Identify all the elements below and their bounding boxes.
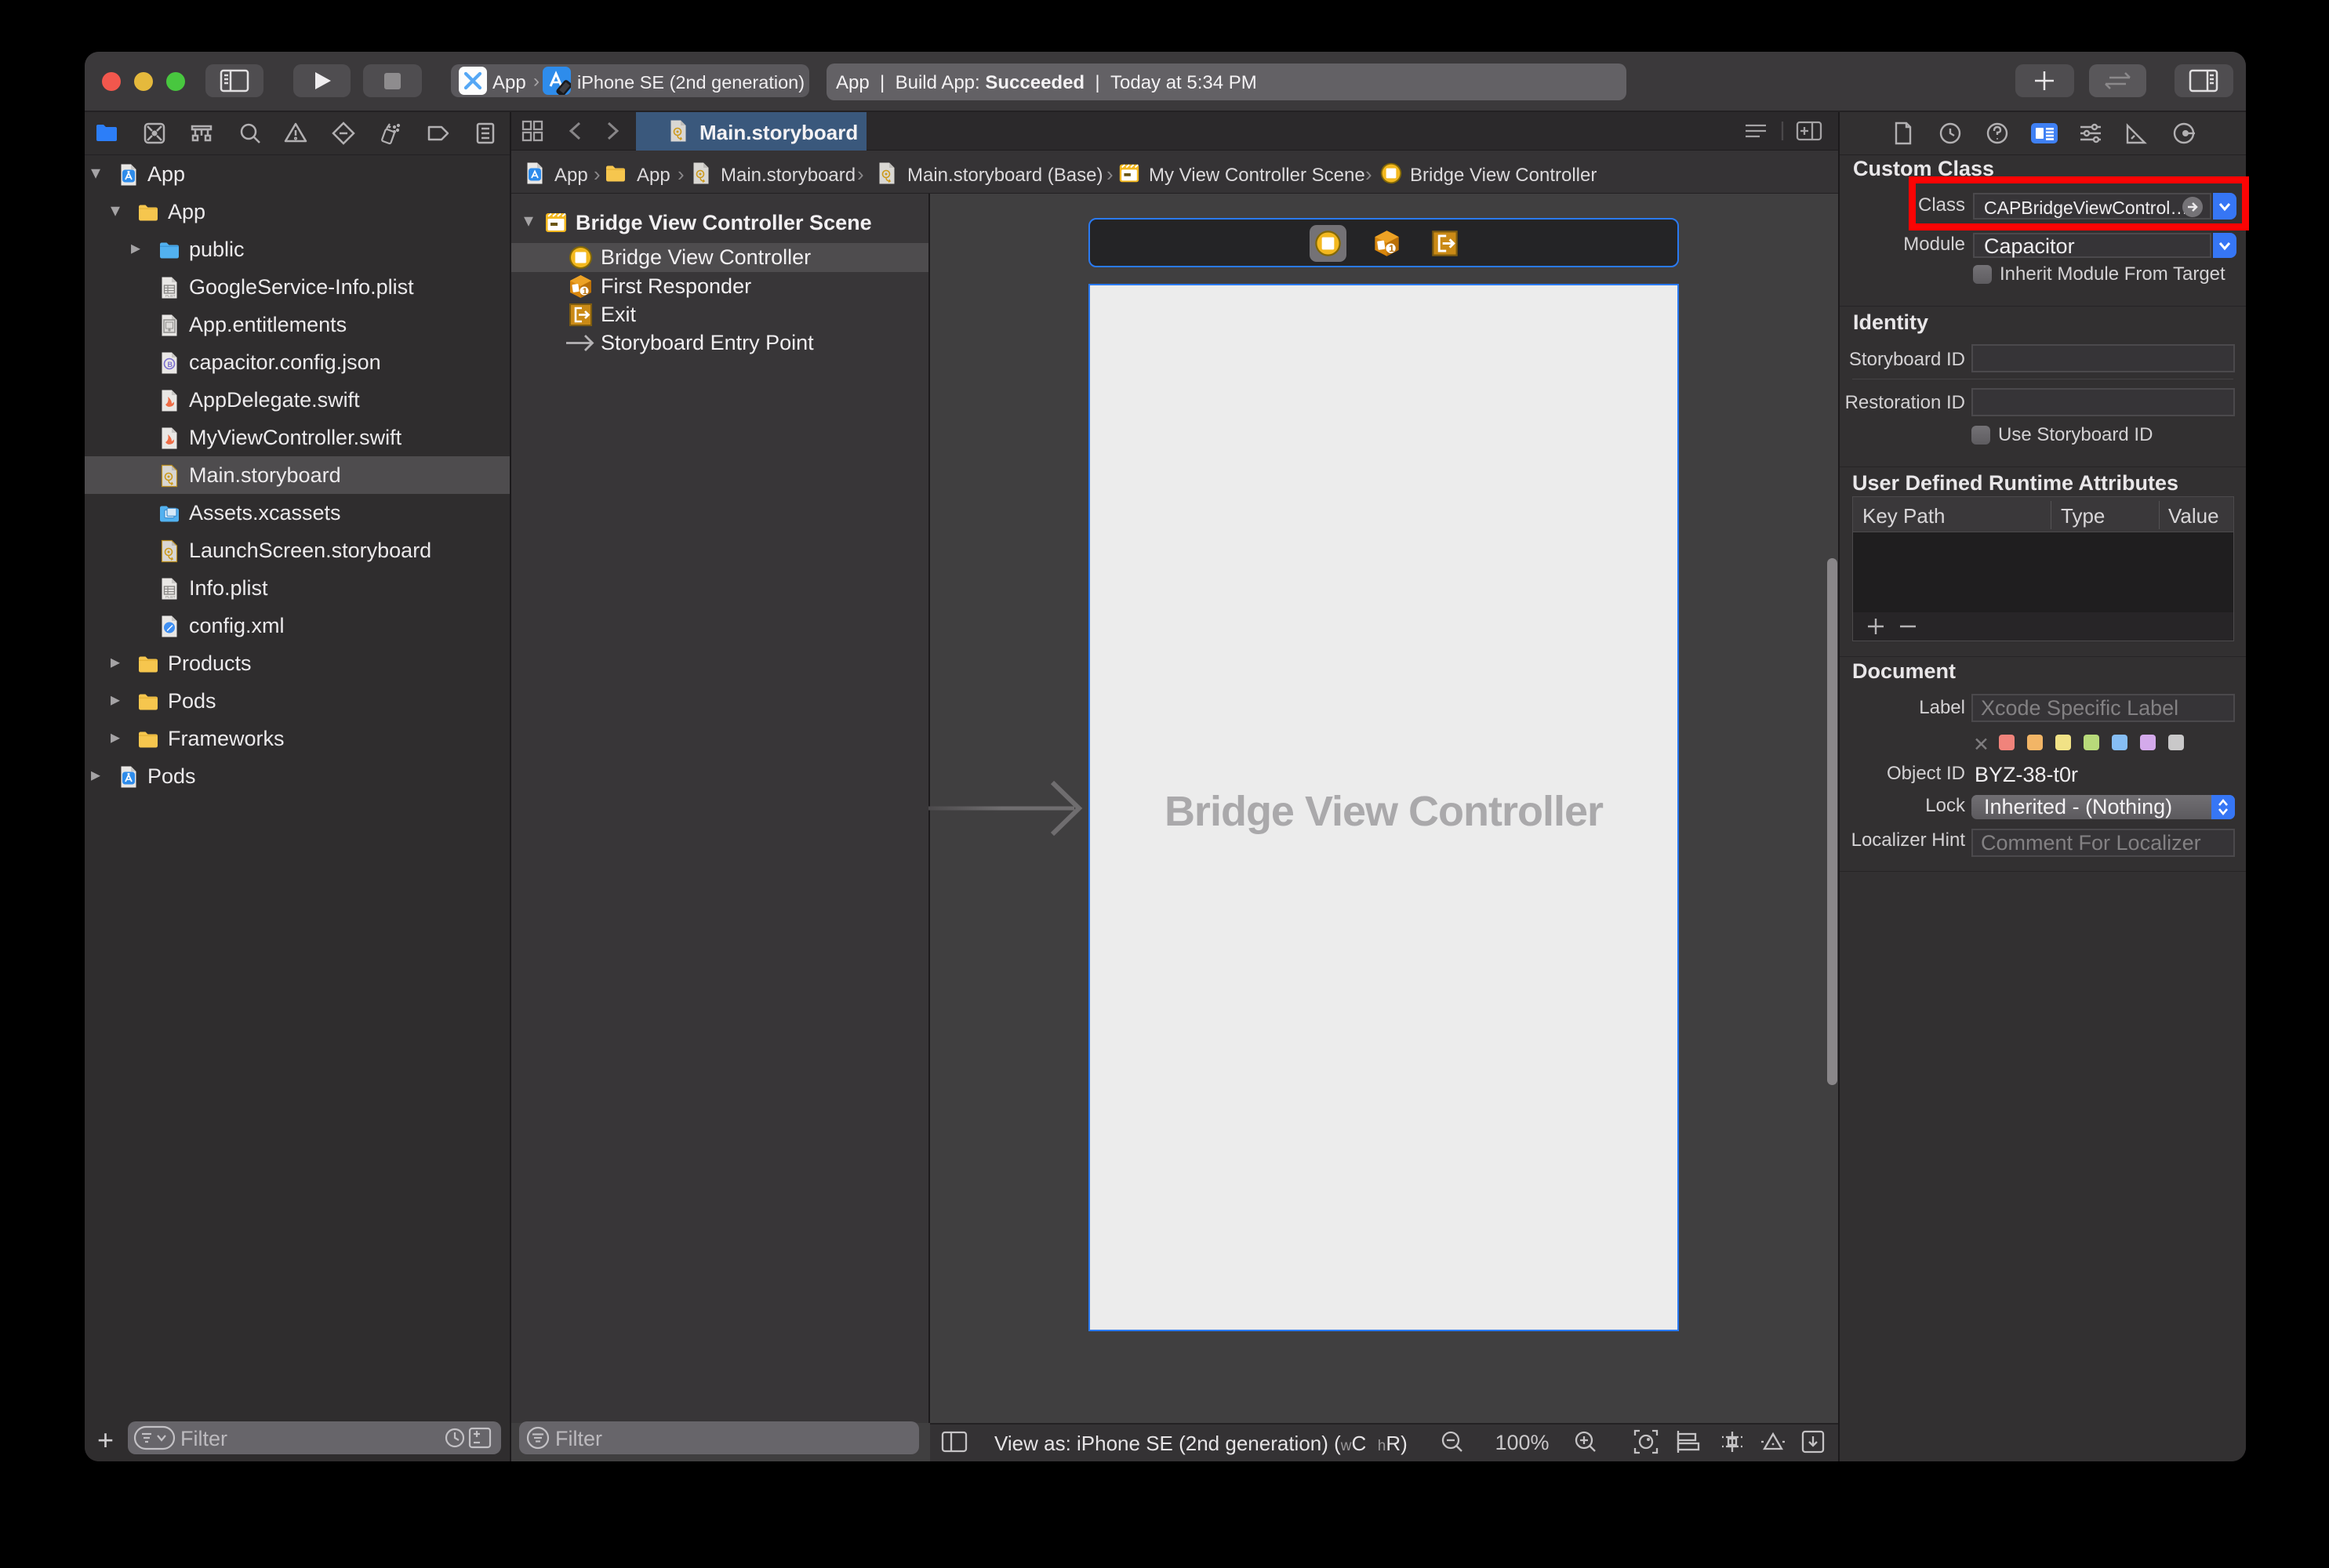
svg-text:B: B	[168, 361, 173, 368]
svg-text:PLIST: PLIST	[165, 294, 176, 298]
svg-text:PLIST: PLIST	[165, 595, 176, 599]
svg-text:1: 1	[583, 287, 587, 296]
svg-text:1: 1	[1389, 243, 1394, 254]
